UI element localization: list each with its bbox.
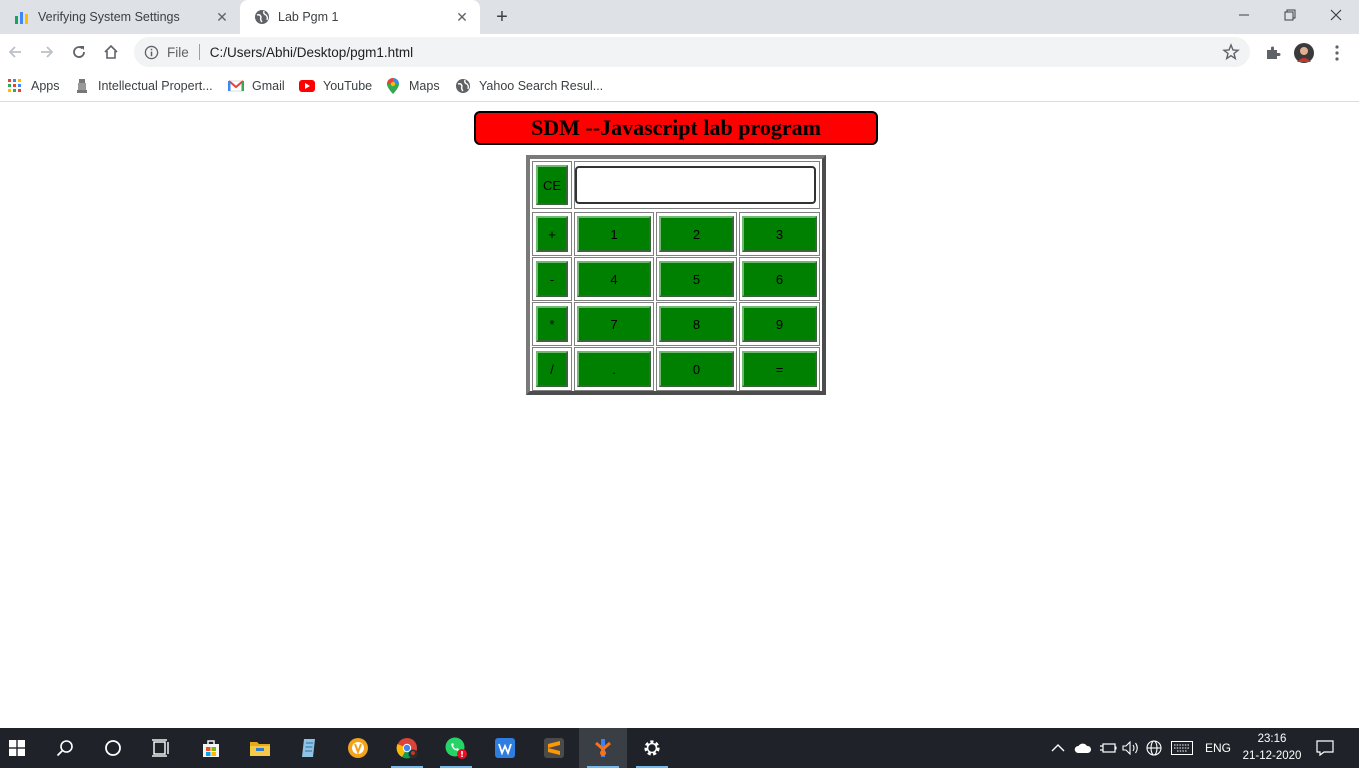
digit-8-button[interactable]: 8 bbox=[659, 306, 734, 342]
result-display-input[interactable] bbox=[575, 166, 816, 204]
digit-5-button[interactable]: 5 bbox=[659, 261, 734, 297]
close-tab-icon[interactable]: ✕ bbox=[214, 9, 230, 25]
extensions-puzzle-icon[interactable] bbox=[1262, 42, 1284, 64]
multiply-button[interactable]: * bbox=[536, 306, 568, 342]
forward-button[interactable] bbox=[35, 40, 59, 64]
file-explorer-icon[interactable] bbox=[236, 728, 284, 768]
decimal-point-button[interactable]: . bbox=[577, 351, 651, 387]
bookmarks-bar: Apps Intellectual Propert... Gmail YouTu… bbox=[0, 70, 1359, 102]
tab-strip: Verifying System Settings ✕ Lab Pgm 1 ✕ … bbox=[0, 0, 1359, 34]
task-view-icon[interactable] bbox=[137, 728, 185, 768]
digit-6-button[interactable]: 6 bbox=[742, 261, 817, 297]
plus-button[interactable]: + bbox=[536, 216, 568, 252]
minus-button[interactable]: - bbox=[536, 261, 568, 297]
bookmark-yahoo-search[interactable]: Yahoo Search Resul... bbox=[455, 76, 603, 96]
tab-title: Verifying System Settings bbox=[38, 10, 180, 24]
store-icon[interactable] bbox=[187, 728, 235, 768]
bookmark-maps[interactable]: Maps bbox=[385, 76, 440, 96]
clock[interactable]: 23:16 21-12-2020 bbox=[1238, 731, 1306, 765]
bookmark-star-icon[interactable] bbox=[1222, 43, 1240, 61]
back-arrow-icon bbox=[8, 46, 21, 58]
sublime-text-icon[interactable] bbox=[530, 728, 578, 768]
digit-1-button[interactable]: 1 bbox=[577, 216, 651, 252]
digit-0-button[interactable]: 0 bbox=[659, 351, 734, 387]
apps-grid-icon bbox=[7, 78, 23, 94]
maps-pin-icon bbox=[385, 78, 401, 94]
browser-icon[interactable] bbox=[334, 728, 382, 768]
tab-verifying-system-settings[interactable]: Verifying System Settings ✕ bbox=[0, 0, 240, 34]
bookmark-label: Yahoo Search Resul... bbox=[479, 79, 604, 93]
bar-chart-icon bbox=[14, 9, 30, 25]
onedrive-cloud-icon[interactable] bbox=[1074, 728, 1094, 768]
digit-7-button[interactable]: 7 bbox=[577, 306, 651, 342]
volume-icon[interactable] bbox=[1122, 728, 1142, 768]
bookmark-gmail[interactable]: Gmail bbox=[228, 76, 285, 96]
bookmark-apps[interactable]: Apps bbox=[7, 76, 60, 96]
youtube-icon bbox=[299, 78, 315, 94]
back-button[interactable] bbox=[3, 40, 27, 64]
globe-icon bbox=[254, 9, 270, 25]
address-bar[interactable]: File C:/Users/Abhi/Desktop/pgm1.html bbox=[134, 37, 1250, 67]
digit-9-button[interactable]: 9 bbox=[742, 306, 817, 342]
chrome-icon[interactable] bbox=[383, 728, 431, 768]
bookmark-label: YouTube bbox=[323, 79, 373, 93]
bookmark-label: Maps bbox=[409, 79, 440, 93]
digit-3-button[interactable]: 3 bbox=[742, 216, 817, 252]
bookmark-label: Gmail bbox=[252, 79, 285, 93]
wps-writer-icon[interactable] bbox=[481, 728, 529, 768]
tab-title: Lab Pgm 1 bbox=[278, 10, 339, 24]
minimize-button[interactable] bbox=[1221, 0, 1267, 30]
start-icon[interactable] bbox=[0, 728, 41, 768]
clock-date: 21-12-2020 bbox=[1242, 750, 1302, 762]
chevron-up-icon[interactable] bbox=[1051, 728, 1069, 768]
digit-2-button[interactable]: 2 bbox=[659, 216, 734, 252]
network-globe-icon[interactable] bbox=[1146, 728, 1166, 768]
forward-arrow-icon bbox=[41, 46, 54, 58]
url-text[interactable]: C:/Users/Abhi/Desktop/pgm1.html bbox=[210, 45, 413, 60]
settings-icon[interactable] bbox=[628, 728, 676, 768]
reload-button[interactable] bbox=[67, 40, 91, 64]
battery-icon[interactable] bbox=[1099, 728, 1119, 768]
page-heading: SDM --Javascript lab program bbox=[474, 111, 878, 145]
close-tab-icon[interactable]: ✕ bbox=[454, 9, 470, 25]
equals-button[interactable]: = bbox=[742, 351, 817, 387]
profile-avatar[interactable] bbox=[1293, 42, 1315, 64]
app-icon[interactable] bbox=[579, 728, 627, 768]
tab-lab-pgm-1[interactable]: Lab Pgm 1 ✕ bbox=[240, 0, 480, 34]
separator bbox=[198, 44, 200, 60]
clock-time: 23:16 bbox=[1257, 733, 1287, 745]
menu-kebab-icon[interactable] bbox=[1326, 42, 1348, 64]
whatsapp-icon[interactable] bbox=[432, 728, 480, 768]
new-tab-button[interactable]: + bbox=[490, 6, 514, 28]
bookmark-youtube[interactable]: YouTube bbox=[299, 76, 372, 96]
restore-button[interactable] bbox=[1267, 0, 1313, 30]
bookmark-label: Apps bbox=[31, 79, 60, 93]
bookmark-intellectual-property[interactable]: Intellectual Propert... bbox=[74, 76, 213, 96]
divide-button[interactable]: / bbox=[536, 351, 568, 387]
clear-button[interactable]: CE bbox=[536, 165, 568, 205]
home-button[interactable] bbox=[99, 40, 123, 64]
notepad-icon[interactable] bbox=[285, 728, 333, 768]
bookmark-label: Intellectual Propert... bbox=[98, 79, 213, 93]
gmail-icon bbox=[228, 78, 244, 94]
info-icon[interactable] bbox=[144, 45, 159, 60]
notifications-icon[interactable] bbox=[1316, 728, 1338, 768]
cortana-icon[interactable] bbox=[89, 728, 137, 768]
windows-taskbar: ENG 23:16 21-12-2020 bbox=[0, 728, 1359, 768]
reload-icon bbox=[73, 46, 85, 58]
scheme-label: File bbox=[167, 44, 189, 60]
browser-toolbar: File C:/Users/Abhi/Desktop/pgm1.html bbox=[0, 34, 1359, 70]
emblem-icon bbox=[74, 78, 90, 94]
globe-icon bbox=[455, 78, 471, 94]
digit-4-button[interactable]: 4 bbox=[577, 261, 651, 297]
close-window-button[interactable] bbox=[1313, 0, 1359, 30]
keyboard-icon[interactable] bbox=[1171, 728, 1197, 768]
home-icon bbox=[104, 44, 118, 59]
search-icon[interactable] bbox=[41, 728, 89, 768]
language-indicator[interactable]: ENG bbox=[1205, 728, 1233, 768]
calculator-table: CE + 1 2 3 - 4 5 6 * 7 8 9 / . 0 = bbox=[526, 155, 826, 395]
